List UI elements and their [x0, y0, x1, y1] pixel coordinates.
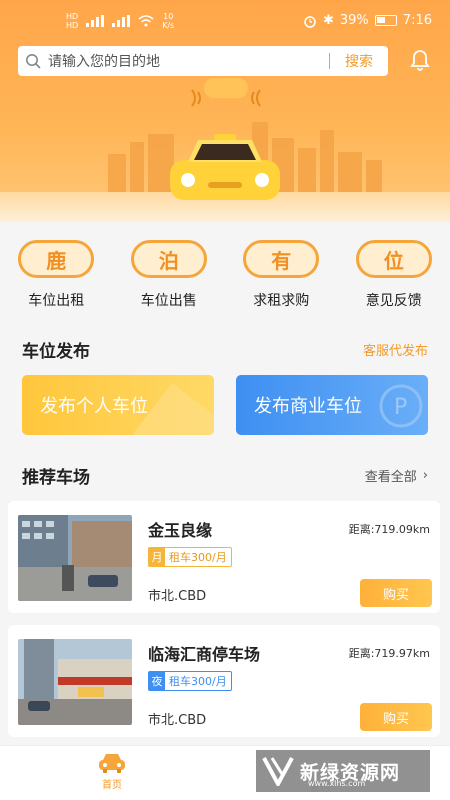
quick-action-feedback[interactable]: 位 意见反馈 — [338, 228, 450, 314]
view-all-label: 查看全部 — [364, 470, 417, 485]
publish-personal-label: 发布个人车位 — [40, 396, 148, 417]
price-tag-type: 月 — [149, 548, 165, 566]
clock: 7:16 — [402, 13, 432, 28]
quick-action-label: 车位出租 — [28, 293, 85, 309]
watermark: 新绿资源网 www.xlhs.com — [256, 750, 430, 792]
quick-action-rent[interactable]: 鹿 车位出租 — [0, 228, 113, 314]
buy-button[interactable]: 购买 — [360, 703, 432, 731]
watermark-url: www.xlhs.com — [308, 779, 366, 788]
parking-lot-card[interactable]: 临海汇商停车场 距离:719.97km 夜 租车300/月 市北.CBD 购买 — [8, 625, 440, 737]
publish-personal-button[interactable]: 发布个人车位 — [22, 375, 214, 435]
parking-lot-distance: 距离:719.97km — [348, 647, 430, 660]
rent-badge-icon: 鹿 — [18, 240, 95, 278]
parking-lot-area: 市北.CBD — [148, 589, 207, 604]
feedback-badge-icon: 位 — [355, 240, 432, 278]
price-tag: 夜 租车300/月 — [148, 671, 232, 691]
car-home-icon — [99, 754, 125, 773]
price-tag-value: 租车300/月 — [169, 675, 227, 688]
recommend-section-title: 推荐车场 — [22, 468, 90, 488]
price-tag-type: 夜 — [149, 672, 165, 690]
network-speed-unit: K/s — [162, 21, 175, 30]
wifi-icon — [138, 15, 154, 27]
wanted-badge-icon: 有 — [243, 240, 320, 278]
tab-home-label: 首页 — [102, 780, 122, 791]
quick-action-label: 车位出售 — [140, 293, 197, 309]
quick-action-sell[interactable]: 泊 车位出售 — [113, 228, 226, 314]
service-publish-link[interactable]: 客服代发布 — [363, 340, 428, 359]
car-illustration — [170, 134, 280, 200]
bluetooth-icon: ✱ — [322, 13, 334, 28]
quick-action-label: 求租求购 — [253, 293, 310, 309]
hd-icon: HD HD — [66, 12, 79, 30]
view-all-link[interactable]: 查看全部 › — [365, 466, 428, 485]
signal-icon — [86, 15, 105, 27]
price-tag-value: 租车300/月 — [169, 551, 227, 564]
parking-lot-photo — [18, 515, 132, 601]
parking-lot-card[interactable]: 金玉良缘 距离:719.09km 月 租车300/月 市北.CBD 购买 — [8, 501, 440, 613]
search-button[interactable]: 搜索 — [330, 51, 388, 71]
parking-lot-area: 市北.CBD — [148, 713, 207, 728]
quick-action-label: 意见反馈 — [365, 293, 422, 309]
buy-button[interactable]: 购买 — [360, 579, 432, 607]
parking-lot-name: 金玉良缘 — [148, 521, 213, 540]
publish-business-label: 发布商业车位 — [254, 396, 362, 417]
battery-percent: 39% — [339, 13, 369, 28]
publish-business-button[interactable]: P 发布商业车位 — [236, 375, 428, 435]
search-input[interactable]: 请输入您的目的地 — [48, 51, 329, 71]
parking-lot-distance: 距离:719.09km — [348, 523, 430, 536]
price-tag: 月 租车300/月 — [148, 547, 232, 567]
watermark-logo — [262, 757, 294, 786]
search-bar[interactable]: 请输入您的目的地 搜索 — [18, 46, 388, 76]
parking-sign-illustration — [191, 78, 261, 107]
battery-icon — [374, 15, 397, 26]
publish-section-title: 车位发布 — [22, 342, 90, 362]
alarm-icon — [304, 15, 316, 28]
quick-actions: 鹿 车位出租 泊 车位出售 有 求租求购 位 意见反馈 — [0, 228, 450, 314]
search-icon — [18, 53, 48, 69]
quick-action-wanted[interactable]: 有 求租求购 — [225, 228, 338, 314]
network-speed-value: 10 — [163, 12, 174, 21]
signal-icon-2 — [112, 15, 131, 27]
status-bar: HD HD 10 K/s ✱ 39% 7:16 — [0, 0, 450, 40]
network-speed: 10 K/s — [162, 12, 174, 30]
parking-lot-name: 临海汇商停车场 — [148, 645, 261, 664]
chevron-right-icon: › — [422, 468, 428, 483]
parking-lot-photo — [18, 639, 132, 725]
publish-business-decoration: P — [379, 384, 423, 428]
bell-icon[interactable] — [408, 47, 432, 77]
sell-badge-icon: 泊 — [130, 240, 207, 278]
tab-home[interactable]: 首页 — [96, 752, 128, 791]
svg-text:P: P — [394, 395, 407, 420]
